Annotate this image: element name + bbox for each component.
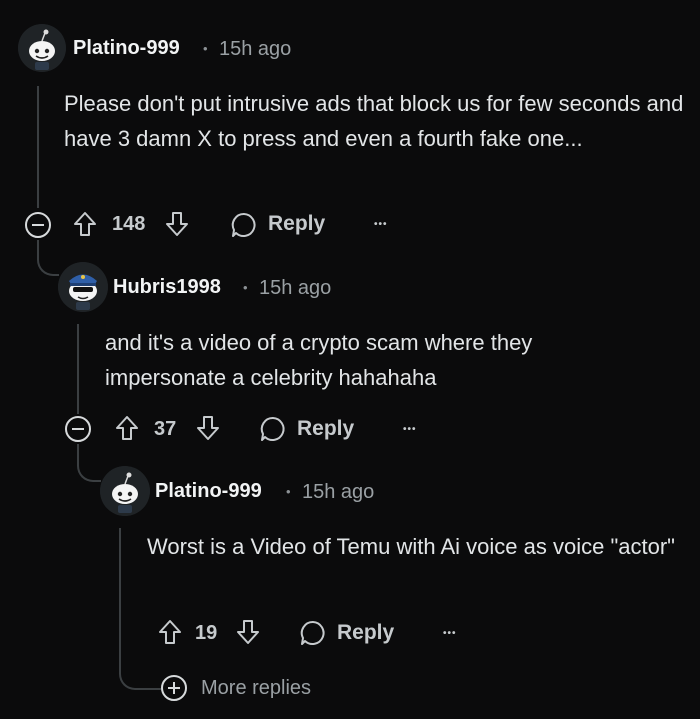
thread-connector xyxy=(119,654,161,690)
thread-connector xyxy=(37,240,59,276)
reply-button[interactable]: Reply xyxy=(337,621,394,645)
downvote-icon[interactable] xyxy=(235,618,261,651)
speech-bubble-icon[interactable] xyxy=(299,619,327,652)
upvote-icon[interactable] xyxy=(72,210,98,243)
comment-timestamp[interactable]: 15h ago xyxy=(259,277,331,300)
snoo-police-avatar-icon xyxy=(58,262,108,312)
downvote-icon[interactable] xyxy=(195,414,221,447)
upvote-icon[interactable] xyxy=(114,414,140,447)
comment-body: and it's a video of a crypto scam where … xyxy=(105,330,533,390)
vote-count: 19 xyxy=(195,622,218,644)
downvote-icon[interactable] xyxy=(164,210,190,243)
comment-username[interactable]: Platino-999 xyxy=(155,480,262,503)
thread-connector xyxy=(77,444,101,482)
separator-dot: • xyxy=(203,41,208,56)
comment-username[interactable]: Hubris1998 xyxy=(113,276,221,299)
speech-bubble-icon[interactable] xyxy=(259,415,287,448)
thread-line[interactable] xyxy=(37,86,39,208)
comment-timestamp[interactable]: 15h ago xyxy=(219,38,291,61)
avatar[interactable] xyxy=(58,262,108,312)
reply-button[interactable]: Reply xyxy=(268,212,325,236)
speech-bubble-icon[interactable] xyxy=(230,211,258,244)
separator-dot: • xyxy=(286,484,291,499)
comment-body: Please don't put intrusive ads that bloc… xyxy=(64,91,684,151)
upvote-icon[interactable] xyxy=(157,618,183,651)
more-replies-link[interactable]: More replies xyxy=(201,677,311,700)
comment-timestamp[interactable]: 15h ago xyxy=(302,481,374,504)
snoo-avatar-icon xyxy=(18,24,66,72)
reply-button[interactable]: Reply xyxy=(297,417,354,441)
snoo-avatar-icon xyxy=(100,466,150,516)
thread-line[interactable] xyxy=(119,528,121,666)
avatar[interactable] xyxy=(100,466,150,516)
vote-count: 37 xyxy=(154,418,177,440)
more-options-button[interactable]: ••• xyxy=(443,628,457,639)
more-options-button[interactable]: ••• xyxy=(374,219,388,230)
comment-username[interactable]: Platino-999 xyxy=(73,37,180,60)
separator-dot: • xyxy=(243,280,248,295)
thread-line[interactable] xyxy=(77,324,79,414)
avatar[interactable] xyxy=(18,24,66,72)
expand-icon[interactable] xyxy=(160,674,188,707)
comment-body: Worst is a Video of Temu with Ai voice a… xyxy=(147,534,675,559)
more-options-button[interactable]: ••• xyxy=(403,424,417,435)
vote-count: 148 xyxy=(112,213,146,235)
